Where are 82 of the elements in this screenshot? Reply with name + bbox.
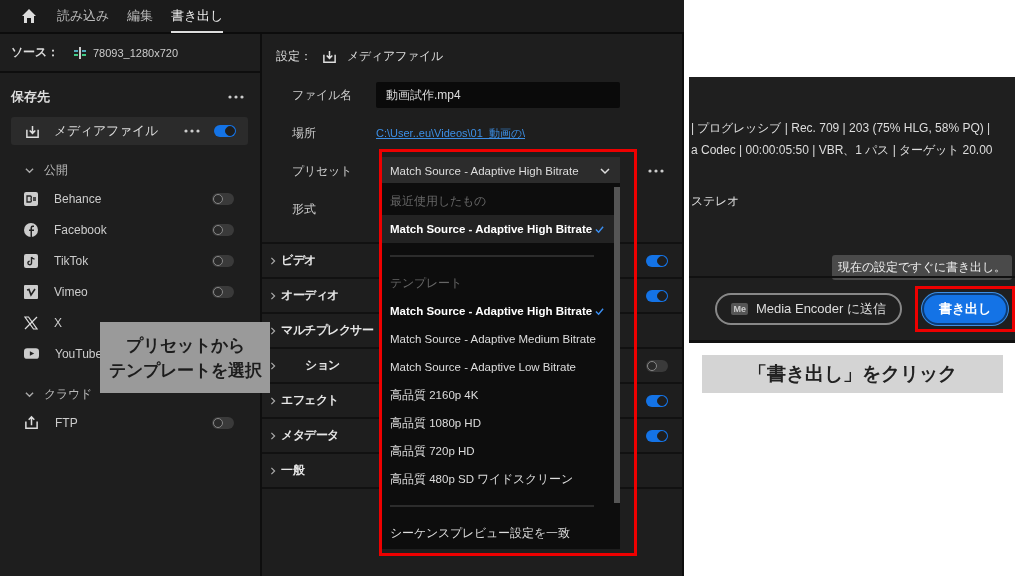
check-icon — [595, 224, 604, 234]
menu-item[interactable]: Match Source - Adaptive Low Bitrate — [382, 353, 614, 381]
upload-icon — [24, 415, 39, 430]
toggle-switch[interactable] — [646, 289, 668, 302]
more-icon[interactable] — [648, 169, 664, 173]
home-icon[interactable] — [21, 8, 37, 24]
chevron-icon[interactable] — [269, 256, 277, 265]
chevron-icon[interactable] — [269, 361, 277, 370]
section-title: 保存先 — [11, 88, 50, 106]
destination-label: X — [54, 315, 62, 330]
menu-heading: 最近使用したもの — [389, 194, 487, 209]
audio-summary: ステレオ — [691, 193, 740, 210]
group-header[interactable]: クラウド — [11, 381, 92, 407]
toggle-switch[interactable] — [212, 254, 234, 267]
toggle-switch[interactable] — [646, 394, 668, 407]
destination-label: Vimeo — [54, 284, 88, 299]
location-link[interactable]: C:\User..eu\Videos\01_動画の\ — [376, 125, 525, 141]
chevron-icon[interactable] — [269, 396, 277, 405]
toggle-switch[interactable] — [214, 125, 236, 137]
destination-label: TikTok — [54, 253, 89, 268]
menu-heading: テンプレート — [389, 276, 463, 291]
more-icon[interactable] — [228, 95, 244, 99]
chevron-icon[interactable] — [269, 466, 277, 475]
sequence-icon — [73, 45, 87, 60]
download-icon — [25, 123, 40, 139]
tooltip: 現在の設定ですぐに書き出し。 — [832, 255, 1012, 280]
x-logo-icon — [24, 315, 38, 330]
settings-target: メディアファイル — [347, 47, 443, 65]
destination-label: Facebook — [54, 222, 107, 237]
destination-label: Behance — [54, 191, 102, 206]
caption-line: プリセットから — [125, 333, 245, 357]
behance-icon — [24, 191, 38, 206]
field-label: プリセット — [292, 162, 353, 180]
menu-item[interactable]: Match Source - Adaptive High Bitrate — [382, 215, 614, 243]
chevron-icon[interactable] — [269, 291, 277, 300]
menu-item[interactable]: Match Source - Adaptive High Bitrate — [382, 297, 614, 325]
facebook-icon — [24, 222, 38, 237]
menu-item[interactable]: 高品質 480p SD ワイドスクリーン — [382, 465, 614, 493]
menu-item[interactable]: Match Source - Adaptive Medium Bitrate — [382, 325, 614, 353]
settings-title: 設定： — [276, 47, 312, 65]
menu-item[interactable]: 高品質 1080p HD — [382, 409, 614, 437]
play-icon — [24, 348, 39, 359]
preset-dropdown[interactable]: Match Source - Adaptive High Bitrate — [382, 157, 620, 185]
top-tab[interactable]: 書き出し — [171, 0, 223, 33]
toggle-switch[interactable] — [212, 223, 234, 236]
group-header[interactable]: 公開 — [11, 157, 68, 183]
menu-item[interactable]: シーケンスプレビュー設定を一致 — [382, 519, 614, 547]
destination-label: FTP — [55, 415, 78, 430]
send-button[interactable]: Me Media Encoder に送信 — [715, 293, 902, 325]
toggle-switch[interactable] — [646, 254, 668, 267]
chevron-icon — [600, 166, 610, 176]
toggle-switch[interactable] — [212, 192, 234, 205]
toggle-switch[interactable] — [212, 285, 234, 298]
media-file-label: メディアファイル — [54, 122, 159, 140]
export-button[interactable]: 書き出し — [922, 293, 1008, 325]
toggle-switch[interactable] — [646, 429, 668, 442]
toggle-switch[interactable] — [212, 416, 234, 429]
field-label: ファイル名 — [292, 86, 353, 104]
file-name-field[interactable]: 動画試作.mp4 — [376, 82, 620, 108]
field-label: 場所 — [292, 124, 317, 142]
check-icon — [595, 306, 604, 316]
caption-line: テンプレートを選択 — [108, 358, 262, 382]
top-tab[interactable]: 読み込み — [57, 0, 109, 33]
top-tab[interactable]: 編集 — [127, 0, 153, 33]
download-icon — [322, 48, 337, 64]
note-icon — [24, 253, 38, 268]
destination-label: YouTube — [55, 346, 103, 361]
media-file-item[interactable]: メディアファイル — [11, 117, 248, 145]
me-icon: Me — [731, 303, 748, 315]
menu-item[interactable]: 高品質 720p HD — [382, 437, 614, 465]
field-label: 形式 — [292, 200, 317, 218]
menu-item[interactable]: 高品質 2160p 4K — [382, 381, 614, 409]
annotation-caption: 「書き出し」をクリック — [702, 355, 1003, 393]
toggle-switch[interactable] — [646, 359, 668, 372]
chevron-icon[interactable] — [269, 431, 277, 440]
chevron-icon[interactable] — [269, 326, 277, 335]
source-name: 78093_1280x720 — [93, 46, 179, 59]
source-label: ソース： — [11, 44, 59, 61]
vimeo-icon — [24, 284, 38, 299]
more-icon[interactable] — [184, 129, 200, 133]
summary-line: | プログレッシブ | Rec. 709 | 203 (75% HLG, 58% PQ) | — [691, 120, 992, 137]
summary-line: a Codec | 00:00:05:50 | VBR、1 パス | ターゲット 20.00 — [691, 142, 994, 159]
